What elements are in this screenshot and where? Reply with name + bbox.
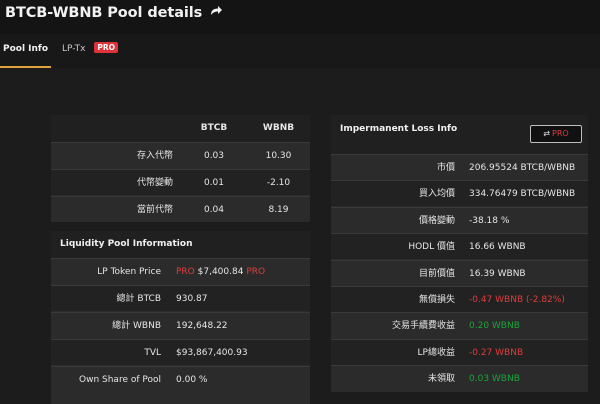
row-label: 價格變動: [418, 215, 455, 226]
impermanent-loss-panel: Impermanent Loss Info ⇄ PRO 市價 206.95524 B…: [331, 115, 588, 392]
row-label: 無償損失: [418, 295, 455, 305]
tab-lp-tx[interactable]: LP-Tx PRO: [62, 42, 119, 54]
tab-bar: Pool Info LP-Tx PRO: [0, 34, 600, 68]
active-tab-indicator: [0, 66, 51, 68]
pro-button-label: PRO: [552, 129, 569, 138]
row-label: 買入均價: [418, 189, 455, 200]
panel-header: Impermanent Loss Info ⇄ PRO: [331, 115, 588, 154]
row-label: LP Token Price: [97, 267, 161, 277]
pro-badge: PRO: [94, 42, 119, 53]
table-row: 未領取 0.03 WBNB: [331, 365, 588, 391]
row-value: -38.18 %: [469, 215, 510, 226]
page-title: BTCB-WBNB Pool details: [5, 5, 223, 21]
tab-lp-tx-label: LP-Tx: [62, 44, 86, 54]
row-label: TVL: [144, 348, 161, 358]
column-header-btcb: BTCB: [200, 123, 228, 133]
row-label: HODL 價值: [408, 242, 455, 253]
row-label: LP總收益: [417, 347, 455, 358]
row-value: 16.39 WBNB: [469, 268, 526, 279]
row-value: $93,867,400.93: [176, 348, 248, 358]
row-label: 市價: [436, 163, 455, 173]
pro-toggle-button[interactable]: ⇄ PRO: [530, 125, 582, 143]
pro-lock-label: PRO: [176, 267, 195, 277]
row-value: -0.47 WBNB (-2.82%): [469, 295, 565, 305]
row-value: 206.95524 BTCB/WBNB: [469, 163, 576, 173]
table-row: 市價 206.95524 BTCB/WBNB: [331, 154, 588, 180]
wbnb-value: 10.30: [265, 151, 292, 161]
swap-icon: ⇄: [543, 129, 550, 138]
row-label: 當前代幣: [136, 205, 173, 215]
row-label: 交易手續費收益: [391, 321, 455, 332]
table-row: LP Token Price PRO $7,400.84 PRO: [51, 258, 310, 284]
table-row: 無償損失 -0.47 WBNB (-2.82%): [331, 286, 588, 312]
row-label: 目前價值: [418, 268, 455, 279]
table-row: 交易手續費收益 0.20 WBNB: [331, 312, 588, 338]
table-row: 買入均價 334.76479 BTCB/WBNB: [331, 180, 588, 207]
pro-lock-label: PRO: [246, 267, 266, 277]
table-row: 存入代幣 0.03 10.30: [51, 142, 310, 168]
btcb-value: 0.01: [203, 178, 225, 188]
panel-header: Liquidity Pool Information: [51, 231, 310, 258]
table-row: 總計 BTCB 930.87: [51, 285, 310, 311]
lp-token-price-value: PRO $7,400.84 PRO: [176, 259, 265, 285]
top-bar: BTCB-WBNB Pool details: [0, 0, 600, 34]
row-label: 總計 WBNB: [112, 321, 161, 331]
table-row: Own Share of Pool 0.00 %: [51, 366, 310, 392]
row-value: 192,648.22: [176, 321, 228, 331]
table-header: BTCB WBNB: [51, 115, 310, 142]
tab-pool-info[interactable]: Pool Info: [3, 44, 48, 54]
table-row: 總計 WBNB 192,648.22: [51, 312, 310, 338]
row-value: 0.20 WBNB: [469, 321, 520, 332]
lp-token-price: $7,400.84: [197, 267, 244, 277]
row-value: 334.76479 BTCB/WBNB: [469, 189, 576, 200]
table-row: 價格變動 -38.18 %: [331, 206, 588, 233]
btcb-value: 0.03: [203, 151, 225, 161]
row-label: 總計 BTCB: [116, 294, 161, 304]
share-icon[interactable]: [210, 4, 223, 20]
row-label: 代幣變動: [136, 178, 173, 188]
panel-title: Impermanent Loss Info: [340, 124, 458, 134]
row-value: 16.66 WBNB: [469, 242, 526, 253]
row-label: 存入代幣: [136, 151, 173, 161]
row-value: 0.00 %: [176, 375, 208, 385]
wbnb-value: 8.19: [268, 205, 289, 215]
row-value: -0.27 WBNB: [469, 347, 524, 358]
table-row: 目前價值 16.39 WBNB: [331, 259, 588, 286]
page-title-text: BTCB-WBNB Pool details: [5, 5, 203, 21]
table-row: TVL $93,867,400.93: [51, 339, 310, 365]
row-value: 930.87: [176, 294, 208, 304]
table-row: LP總收益 -0.27 WBNB: [331, 338, 588, 365]
table-row: HODL 價值 16.66 WBNB: [331, 233, 588, 260]
table-row: 代幣變動 0.01 -2.10: [51, 169, 310, 195]
row-label: Own Share of Pool: [79, 375, 161, 385]
column-header-wbnb: WBNB: [262, 123, 295, 133]
row-label: 未領取: [427, 374, 455, 385]
btcb-value: 0.04: [203, 205, 225, 215]
table-row: 當前代幣 0.04 8.19: [51, 196, 310, 222]
wbnb-value: -2.10: [266, 178, 291, 188]
tab-pool-info-label: Pool Info: [3, 44, 49, 54]
liquidity-pool-panel: Liquidity Pool Information LP Token Pric…: [51, 231, 310, 404]
row-value: 0.03 WBNB: [469, 374, 520, 385]
panel-title: Liquidity Pool Information: [60, 239, 193, 249]
token-change-table: BTCB WBNB 存入代幣 0.03 10.30 代幣變動 0.01 -2.1…: [51, 115, 310, 222]
